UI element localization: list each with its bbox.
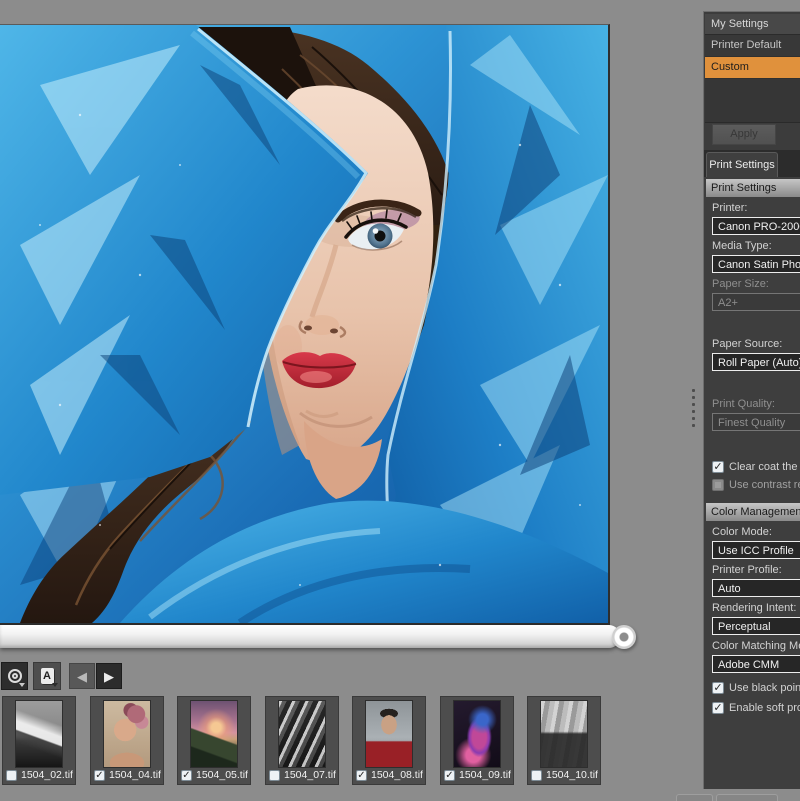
printer-label: Printer: <box>712 202 748 214</box>
presets-list: My Settings Printer Default Custom <box>705 14 800 123</box>
checkbox-icon <box>712 479 724 491</box>
thumbnail-checkbox[interactable] <box>6 769 17 781</box>
thumbnail-checkbox[interactable]: ✓ <box>356 769 367 781</box>
color-mode-field: Color Mode: Use ICC Profile <box>712 526 800 559</box>
color-mode-select[interactable]: Use ICC Profile <box>712 541 800 559</box>
thumbnail-image <box>16 701 62 767</box>
rendering-intent-label: Rendering Intent: <box>712 602 797 614</box>
color-matching-method-label: Color Matching Method: <box>712 640 800 652</box>
arrow-left-icon: ◀ <box>77 668 87 684</box>
checkbox-icon: ✓ <box>712 461 724 473</box>
printer-profile-label: Printer Profile: <box>712 564 782 576</box>
print-preview-image <box>0 24 610 625</box>
roll-paper-ring <box>612 625 636 649</box>
settings-panel: My Settings Printer Default Custom Apply… <box>703 11 800 789</box>
thumbnail-image <box>279 701 325 767</box>
panel-splitter-handle[interactable] <box>692 389 697 433</box>
thumbnail-checkbox[interactable]: ✓ <box>94 769 105 781</box>
preview-photo <box>0 25 608 623</box>
thumbnail-image <box>104 701 150 767</box>
thumbnail-checkbox[interactable]: ✓ <box>444 769 455 781</box>
black-point-checkbox[interactable]: ✓ Use black point compensation <box>712 682 800 694</box>
contrast-reproduction-label: Use contrast reproduction <box>729 479 800 491</box>
text-tool-button[interactable]: A <box>33 662 61 690</box>
thumbnail-checkbox[interactable] <box>531 769 542 781</box>
paper-source-select[interactable]: Roll Paper (Auto) <box>712 353 800 371</box>
print-settings-section-header: Print Settings <box>706 179 800 197</box>
color-matching-method-select[interactable]: Adobe CMM <box>712 655 800 673</box>
rendering-intent-field: Rendering Intent: Perceptual <box>712 602 800 635</box>
paper-source-label: Paper Source: <box>712 338 783 350</box>
thumbnail-filename: 1504_09.tif <box>459 769 511 781</box>
media-type-label: Media Type: <box>712 240 772 252</box>
dropdown-caret-icon <box>19 683 25 687</box>
black-point-label: Use black point compensation <box>729 682 800 694</box>
paper-size-field: Paper Size: A2+ <box>712 278 800 311</box>
printer-select[interactable]: Canon PRO-2000 <box>712 217 800 235</box>
printer-profile-field: Printer Profile: Auto <box>712 564 800 597</box>
previous-image-button[interactable]: ◀ <box>69 663 95 689</box>
thumbnail-tile[interactable]: ✓ 1504_04.tif <box>90 696 164 785</box>
print-quality-field: Print Quality: Finest Quality <box>712 398 800 431</box>
soft-proofing-checkbox[interactable]: ✓ Enable soft proofing <box>712 702 800 714</box>
thumbnail-tile[interactable]: 1504_02.tif <box>2 696 76 785</box>
contrast-reproduction-checkbox: Use contrast reproduction <box>712 479 800 491</box>
next-image-button[interactable]: ▶ <box>96 663 122 689</box>
thumbnail-checkbox[interactable] <box>269 769 280 781</box>
thumbnail-image <box>191 701 237 767</box>
preset-custom[interactable]: Custom <box>705 57 800 79</box>
thumbnail-image <box>454 701 500 767</box>
printer-field: Printer: Canon PRO-2000 <box>712 202 800 235</box>
preset-printer-default[interactable]: Printer Default <box>705 35 800 57</box>
clear-coat-label: Clear coat the entire page <box>729 461 800 473</box>
thumbnail-filename: 1504_10.tif <box>546 769 598 781</box>
paper-source-field: Paper Source: Roll Paper (Auto) <box>712 338 800 371</box>
thumbnail-image <box>366 701 412 767</box>
color-mode-label: Color Mode: <box>712 526 772 538</box>
paper-size-select: A2+ <box>712 293 800 311</box>
thumbnail-filename: 1504_02.tif <box>21 769 73 781</box>
tab-strip: Print Settings <box>704 150 800 177</box>
print-settings-pane: Print Settings Printer: Canon PRO-2000 M… <box>704 177 800 789</box>
clear-coat-checkbox[interactable]: ✓ Clear coat the entire page <box>712 461 800 473</box>
dropdown-caret-icon <box>52 683 58 687</box>
arrow-right-icon: ▶ <box>104 668 114 684</box>
checkbox-icon: ✓ <box>712 702 724 714</box>
thumbnail-tile[interactable]: 1504_10.tif <box>527 696 601 785</box>
color-matching-method-field: Color Matching Method: Adobe CMM <box>712 640 800 673</box>
concentric-circles-icon <box>7 669 22 683</box>
print-quality-select: Finest Quality <box>712 413 800 431</box>
paper-size-label: Paper Size: <box>712 278 769 290</box>
roll-paper-bar <box>0 625 620 648</box>
letter-a-icon: A <box>40 668 54 684</box>
media-type-select[interactable]: Canon Satin Photo Paper <box>712 255 800 273</box>
thumbnail-filename: 1504_07.tif <box>284 769 336 781</box>
pattern-print-tool-button[interactable] <box>1 662 28 690</box>
printer-profile-select[interactable]: Auto <box>712 579 800 597</box>
thumbnail-tile[interactable]: 1504_07.tif <box>265 696 339 785</box>
thumbnail-filename: 1504_08.tif <box>371 769 423 781</box>
rendering-intent-select[interactable]: Perceptual <box>712 617 800 635</box>
tab-print-settings[interactable]: Print Settings <box>706 152 778 177</box>
checkbox-icon: ✓ <box>712 682 724 694</box>
apply-button[interactable]: Apply <box>712 124 776 145</box>
thumbnail-filename: 1504_04.tif <box>109 769 161 781</box>
my-settings-header: My Settings <box>705 14 800 35</box>
thumbnail-checkbox[interactable]: ✓ <box>181 769 192 781</box>
color-management-section-header: Color Management <box>706 503 800 521</box>
thumbnail-tile[interactable]: ✓ 1504_08.tif <box>352 696 426 785</box>
media-type-field: Media Type: Canon Satin Photo Paper <box>712 240 800 273</box>
thumbnail-tile[interactable]: ✓ 1504_05.tif <box>177 696 251 785</box>
thumbnail-filename: 1504_05.tif <box>196 769 248 781</box>
print-quality-label: Print Quality: <box>712 398 775 410</box>
thumbnail-image <box>541 701 587 767</box>
soft-proofing-label: Enable soft proofing <box>729 702 800 714</box>
thumbnail-tile[interactable]: ✓ 1504_09.tif <box>440 696 514 785</box>
